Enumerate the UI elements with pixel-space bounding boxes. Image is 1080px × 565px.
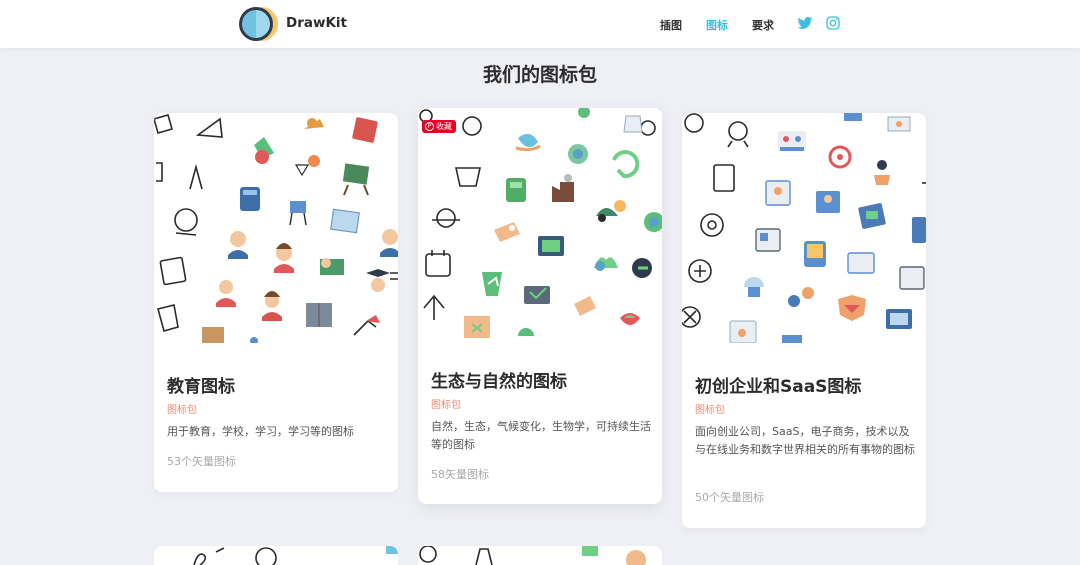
brand-name[interactable]: DrawKit bbox=[286, 15, 347, 31]
card-title[interactable]: 生态与自然的图标 bbox=[431, 367, 567, 392]
instagram-icon[interactable] bbox=[825, 15, 841, 31]
nav-link-icons[interactable]: 图标 bbox=[706, 17, 728, 33]
card-description: 自然，生态，气候变化，生物学，可持续生活等的图标 bbox=[431, 420, 651, 451]
pinterest-icon: P bbox=[425, 122, 434, 131]
twitter-icon[interactable] bbox=[797, 15, 813, 31]
icon-pack-card-startup-saas[interactable]: 初创企业和SaaS图标 图标包 面向创业公司，SaaS，电子商务，技术以及与在线… bbox=[682, 113, 926, 528]
card-title[interactable]: 初创企业和SaaS图标 bbox=[695, 372, 861, 397]
card-icon-count: 50个矢量图标 bbox=[695, 491, 764, 504]
page-title: 我们的图标包 bbox=[482, 64, 597, 86]
card-icon-count: 53个矢量图标 bbox=[167, 455, 236, 468]
ecology-icons-illustration bbox=[418, 108, 662, 338]
card-description: 面向创业公司，SaaS，电子商务，技术以及与在线业务和数字世界相关的所有事物的图… bbox=[695, 425, 915, 456]
icon-pack-card-education[interactable]: 教育图标 图标包 用于教育，学校，学习，学习等的图标 53个矢量图标 bbox=[154, 113, 398, 492]
icon-pack-card-partial-2[interactable] bbox=[418, 546, 662, 565]
card-tag: 图标包 bbox=[167, 405, 197, 416]
card-tag: 图标包 bbox=[695, 405, 725, 416]
save-badge-label: 收藏 bbox=[436, 122, 452, 131]
partial-illustration bbox=[419, 546, 646, 565]
card-description: 用于教育，学校，学习，学习等的图标 bbox=[167, 425, 354, 438]
card-icon-count: 58矢量图标 bbox=[431, 468, 489, 481]
icon-pack-card-ecology[interactable]: P 收藏 生态与自然的图标 图标包 自然，生态，气候变化，生物学，可持续生活等的… bbox=[418, 108, 662, 504]
startup-saas-icons-illustration bbox=[682, 113, 926, 343]
card-tag: 图标包 bbox=[431, 400, 461, 411]
nav-link-illustrations[interactable]: 插图 bbox=[660, 17, 682, 33]
partial-illustration bbox=[193, 546, 398, 565]
nav-link-requests[interactable]: 要求 bbox=[752, 17, 774, 33]
drawkit-logo-icon[interactable] bbox=[237, 5, 279, 43]
icon-pack-card-partial-1[interactable] bbox=[154, 546, 398, 565]
education-icons-illustration bbox=[154, 113, 398, 343]
save-to-pinterest-button[interactable]: P 收藏 bbox=[422, 120, 456, 133]
card-title[interactable]: 教育图标 bbox=[167, 372, 235, 397]
top-navbar: DrawKit 插图 图标 要求 bbox=[0, 0, 1080, 48]
